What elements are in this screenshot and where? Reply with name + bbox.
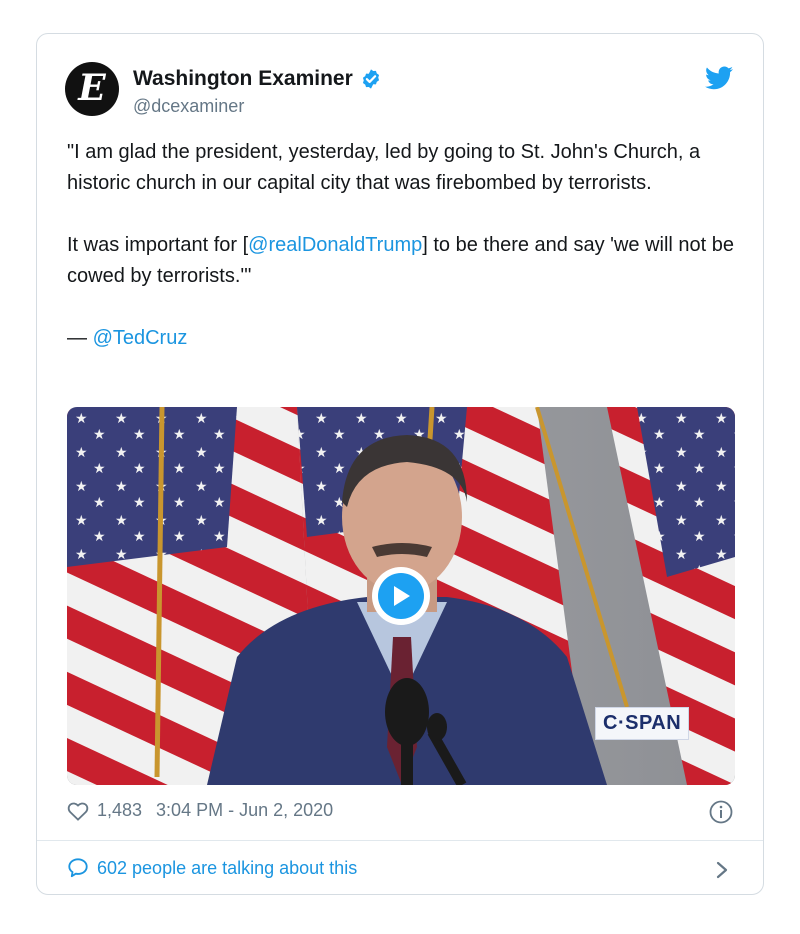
play-button[interactable] [372,567,430,625]
like-count[interactable]: 1,483 [97,800,142,821]
chevron-right-icon[interactable] [715,860,729,880]
avatar[interactable]: E [65,62,119,116]
video-thumbnail[interactable]: ★ ★ [67,407,735,785]
play-icon [394,586,410,606]
conversation-link[interactable]: 602 people are talking about this [67,857,357,879]
text-segment: — [67,327,93,349]
avatar-logo-letter: E [78,67,106,109]
play-button-circle [378,573,424,619]
tweet-card: E Washington Examiner @dcexaminer "I am … [36,33,764,895]
tweet-paragraph-3: — @TedCruz [67,323,737,354]
mention-link-tedcruz[interactable]: @TedCruz [93,327,188,349]
verified-badge-icon [362,69,379,89]
heart-icon[interactable] [67,801,89,821]
chat-bubble-icon [68,858,88,878]
author-handle[interactable]: @dcexaminer [133,96,244,117]
twitter-bird-icon[interactable] [705,66,733,90]
tweet-timestamp[interactable]: 3:04 PM - Jun 2, 2020 [156,800,333,821]
info-icon[interactable] [709,800,733,824]
conversation-text: 602 people are talking about this [97,857,358,878]
tweet-text: "I am glad the president, yesterday, led… [67,137,737,385]
tweet-meta-row: 1,483 3:04 PM - Jun 2, 2020 [67,800,333,821]
author-display-name[interactable]: Washington Examiner [133,67,353,91]
tweet-paragraph-2: It was important for [@realDonaldTrump] … [67,230,737,292]
tweet-paragraph-1: "I am glad the president, yesterday, led… [67,141,701,194]
author-display-name-row[interactable]: Washington Examiner [133,67,382,91]
divider [37,840,763,841]
mention-link-realdonaldtrump[interactable]: @realDonaldTrump [248,234,422,256]
text-segment: It was important for [ [67,234,249,256]
cspan-watermark: C·SPAN [595,707,690,740]
